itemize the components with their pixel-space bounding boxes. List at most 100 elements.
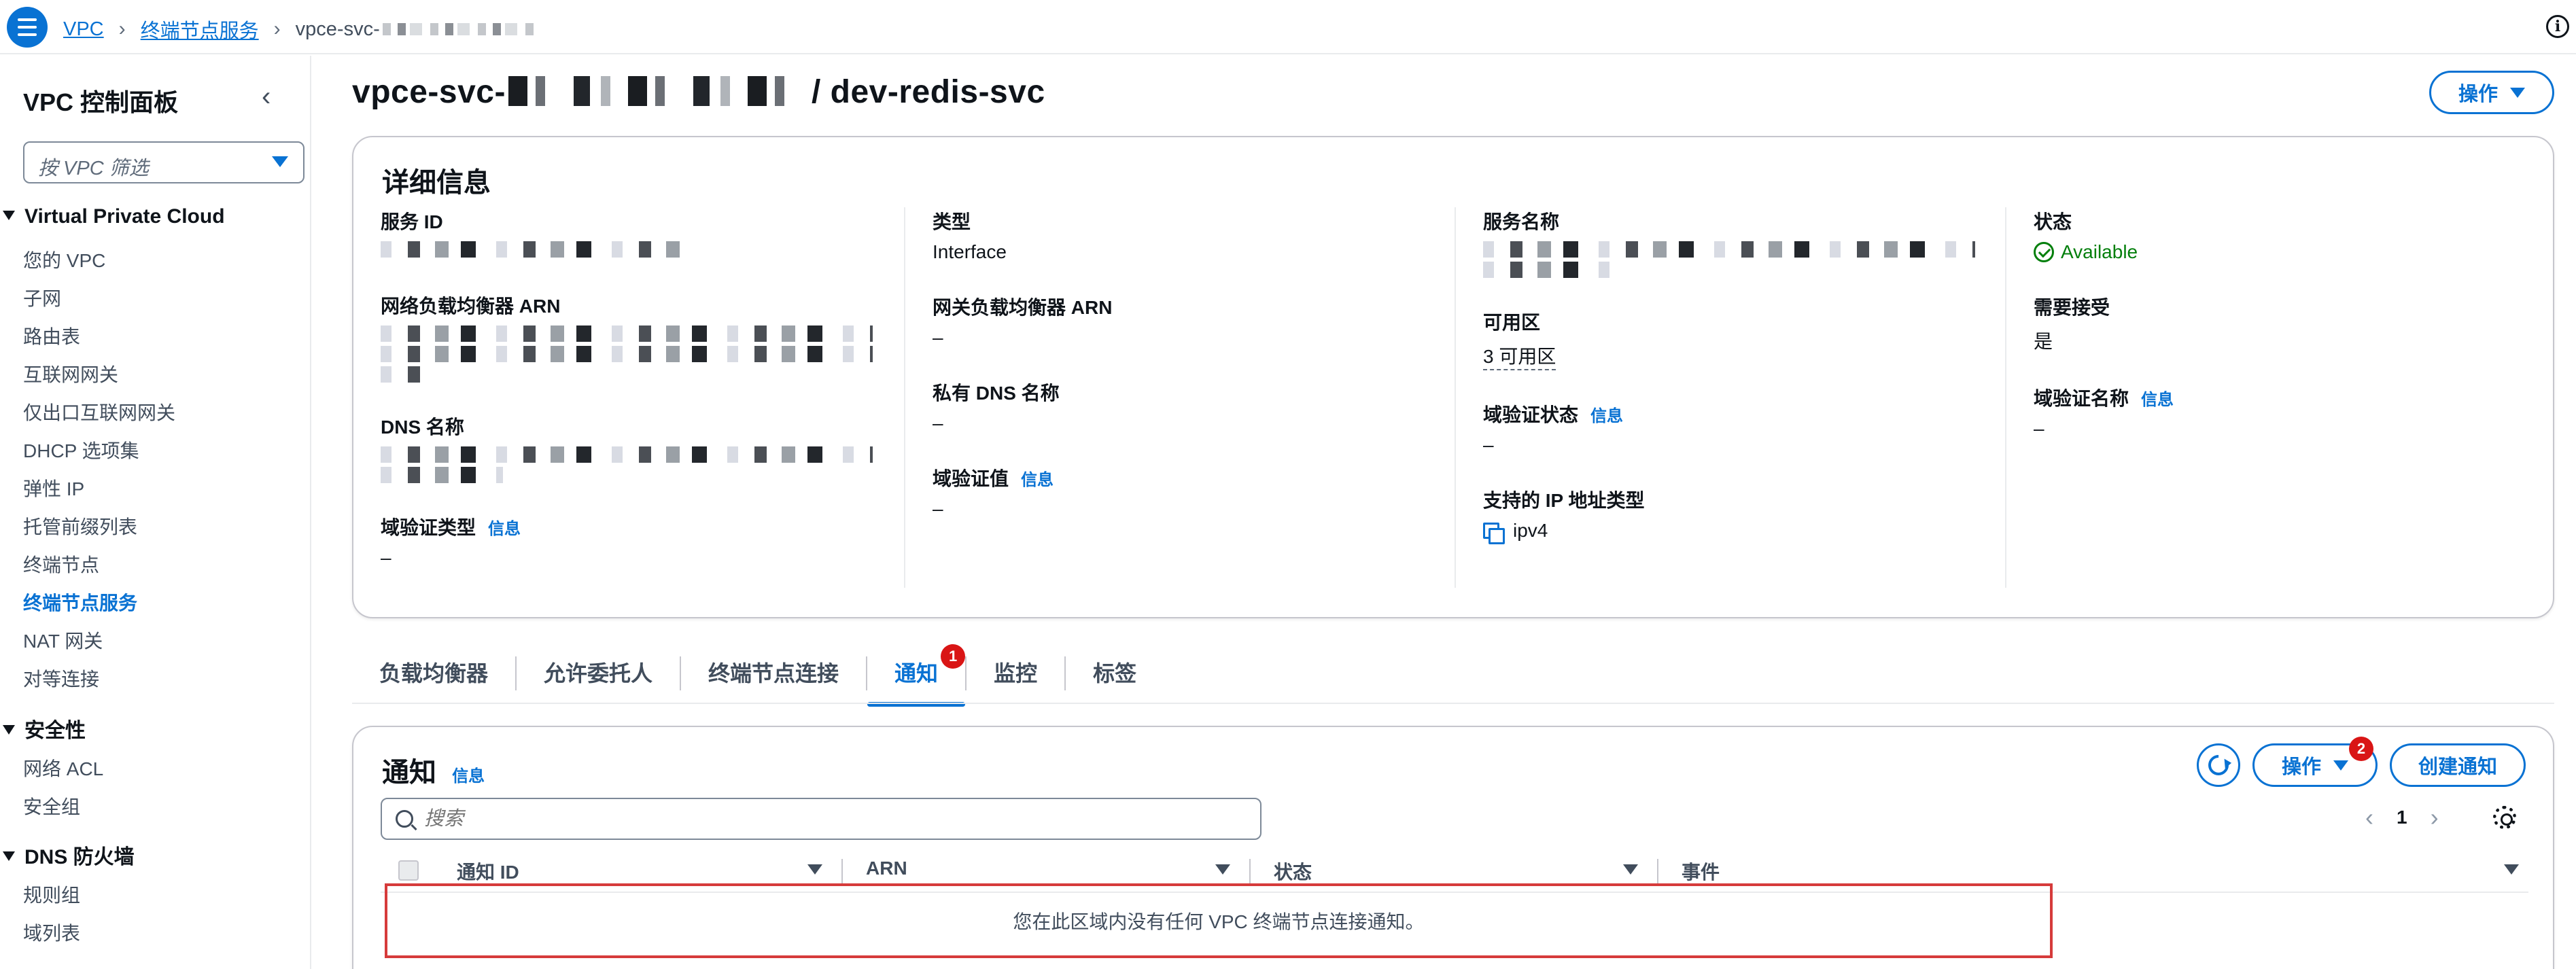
sidebar-item-route-tables[interactable]: 路由表	[23, 322, 80, 349]
service-id-value	[381, 241, 911, 262]
label-text: 域验证类型	[381, 517, 476, 538]
column-header-notification-id[interactable]: 通知 ID	[457, 858, 519, 885]
gwlb-arn-value: –	[933, 327, 943, 348]
chevron-right-icon[interactable]: ›	[2431, 803, 2439, 832]
search-icon	[396, 810, 413, 828]
search-input[interactable]	[424, 807, 1172, 830]
caret-down-icon	[272, 156, 288, 167]
caret-down-icon	[2510, 87, 2525, 98]
sidebar-item-peering[interactable]: 对等连接	[23, 665, 99, 692]
column-separator[interactable]	[841, 859, 843, 886]
info-link[interactable]: 信息	[488, 515, 521, 539]
column-header-arn[interactable]: ARN	[866, 858, 907, 879]
sidebar-item-egress-only-igw[interactable]: 仅出口互联网网关	[23, 398, 175, 425]
page-title-suffix: / dev-redis-svc	[811, 74, 1045, 110]
type-value: Interface	[933, 241, 1007, 262]
sidebar-item-elastic-ip[interactable]: 弹性 IP	[23, 474, 84, 501]
actions-button[interactable]: 操作	[2429, 71, 2554, 114]
info-link[interactable]: 信息	[452, 767, 485, 786]
tab-endpoint-connections[interactable]: 终端节点连接	[681, 646, 866, 701]
tab-monitoring[interactable]: 监控	[967, 646, 1064, 701]
column-header-event[interactable]: 事件	[1682, 858, 1720, 885]
vpc-filter-select[interactable]: 按 VPC 筛选	[23, 141, 304, 183]
sidebar-item-prefix-lists[interactable]: 托管前缀列表	[23, 512, 137, 540]
breadcrumb-vpc[interactable]: VPC	[63, 18, 104, 41]
column-header-status[interactable]: 状态	[1274, 858, 1312, 885]
sidebar-item-nat-gateways[interactable]: NAT 网关	[23, 627, 103, 654]
sidebar-item-dhcp-options[interactable]: DHCP 选项集	[23, 436, 139, 463]
domain-verif-type-label: 域验证类型 信息	[381, 513, 911, 540]
chevron-left-icon[interactable]: ‹	[262, 82, 271, 112]
breadcrumb-current: vpce-svc-	[295, 18, 380, 40]
caret-down-icon	[3, 851, 15, 861]
ip-types-text: ipv4	[1513, 520, 1548, 541]
check-circle-icon	[2034, 242, 2054, 262]
empty-state-message: 您在此区域内没有任何 VPC 终端节点连接通知。	[385, 883, 2053, 958]
section-security[interactable]: 安全性	[0, 713, 86, 743]
page-number[interactable]: 1	[2397, 807, 2407, 828]
sidebar-item-rule-groups[interactable]: 规则组	[23, 881, 80, 908]
info-link[interactable]: 信息	[2141, 386, 2174, 410]
sidebar-item-subnets[interactable]: 子网	[23, 284, 61, 311]
redacted-value	[381, 366, 435, 383]
actions-badge: 2	[2349, 737, 2373, 761]
sidebar-item-security-groups[interactable]: 安全组	[23, 792, 80, 820]
section-title: Virtual Private Cloud	[24, 205, 225, 228]
domain-verif-status-label: 域验证状态 信息	[1483, 400, 2013, 427]
column-separator[interactable]	[1657, 859, 1658, 886]
menu-icon[interactable]	[7, 7, 48, 48]
caret-down-icon	[3, 725, 15, 735]
info-link[interactable]: 信息	[1590, 402, 1623, 426]
type-label: 类型	[933, 211, 971, 232]
info-icon[interactable]: i	[2546, 15, 2569, 38]
dns-name-value	[381, 446, 911, 483]
az-value-text[interactable]: 3 可用区	[1483, 342, 1556, 370]
create-notification-button[interactable]: 创建通知	[2390, 743, 2526, 787]
actions-label: 操作	[2458, 84, 2498, 105]
sidebar-item-endpoints[interactable]: 终端节点	[23, 550, 99, 578]
details-column-4: 状态 Available 需要接受 是 域验证名称 信息 –	[2034, 207, 2523, 470]
domain-verif-name-value: –	[2034, 418, 2044, 439]
section-title: 安全性	[24, 720, 86, 742]
sort-caret-icon[interactable]	[1215, 864, 1230, 875]
az-value[interactable]: 3 可用区	[1483, 342, 2013, 370]
label-text: 域验证值	[933, 468, 1009, 489]
service-name-value	[1483, 241, 2013, 278]
sort-caret-icon[interactable]	[807, 864, 822, 875]
info-link[interactable]: 信息	[1021, 466, 1054, 490]
gear-icon[interactable]	[2493, 806, 2516, 829]
ip-types-value: ipv4	[1483, 520, 2013, 544]
sidebar-item-your-vpc[interactable]: 您的 VPC	[23, 246, 105, 273]
section-dns-firewall[interactable]: DNS 防火墙	[0, 840, 135, 870]
tab-load-balancers[interactable]: 负载均衡器	[352, 646, 515, 701]
sidebar-item-internet-gateways[interactable]: 互联网网关	[23, 360, 118, 387]
breadcrumb-endpoint-services[interactable]: 终端节点服务	[141, 15, 259, 43]
section-virtual-private-cloud[interactable]: Virtual Private Cloud	[0, 205, 225, 228]
copy-icon[interactable]	[1483, 522, 1505, 544]
sort-caret-icon[interactable]	[1623, 864, 1638, 875]
details-column-1: 服务 ID 网络负载均衡器 ARN DNS 名称 域验证类型 信息 –	[381, 207, 911, 599]
actions-label: 操作	[2281, 756, 2321, 778]
tab-tags[interactable]: 标签	[1066, 646, 1164, 701]
domain-verif-value-label: 域验证值 信息	[933, 464, 1463, 491]
column-separator[interactable]	[1249, 859, 1251, 886]
column-divider	[2005, 207, 2006, 588]
sidebar-title: VPC 控制面板	[23, 88, 179, 116]
sidebar-item-endpoint-services[interactable]: 终端节点服务	[23, 588, 137, 616]
sidebar-item-domain-lists[interactable]: 域列表	[23, 919, 80, 946]
sidebar-item-network-acl[interactable]: 网络 ACL	[23, 754, 103, 781]
notifications-title-text: 通知	[382, 758, 436, 788]
refresh-icon	[2204, 750, 2233, 780]
domain-verif-value-value: –	[933, 498, 943, 519]
sidebar: VPC 控制面板 ‹ 按 VPC 筛选 Virtual Private Clou…	[0, 56, 311, 969]
select-all-checkbox[interactable]	[398, 860, 419, 881]
search-field[interactable]	[381, 798, 1261, 840]
chevron-left-icon[interactable]: ‹	[2365, 803, 2373, 832]
tab-notifications[interactable]: 通知 1	[867, 644, 966, 707]
tab-allowed-principals[interactable]: 允许委托人	[517, 646, 680, 701]
sort-caret-icon[interactable]	[2504, 864, 2519, 875]
refresh-button[interactable]	[2197, 743, 2240, 787]
vpc-filter-placeholder: 按 VPC 筛选	[38, 158, 149, 179]
caret-down-icon	[3, 211, 15, 220]
page-title: vpce-svc- / dev-redis-svc	[352, 73, 1045, 111]
